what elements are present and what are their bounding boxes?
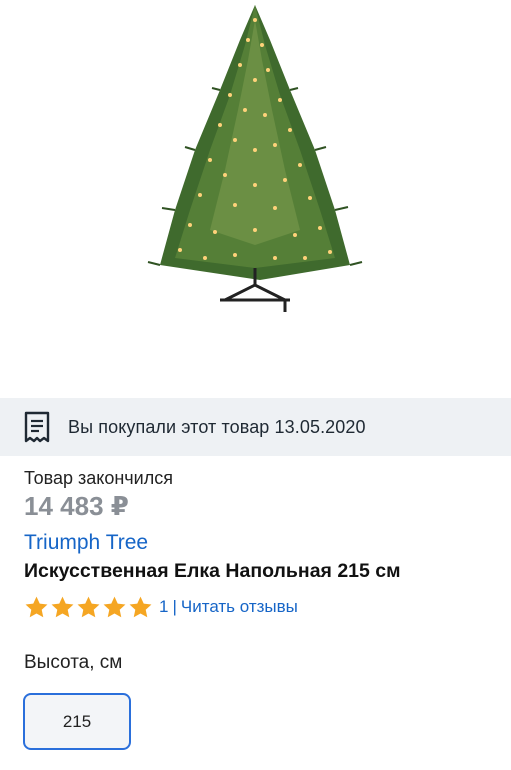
star-icon: [25, 596, 48, 617]
star-icon: [77, 596, 100, 617]
read-reviews-label: Читать отзывы: [180, 597, 298, 616]
stock-status: Товар закончился: [24, 468, 173, 488]
product-image[interactable]: [0, 0, 511, 398]
product-title: Искусственная Елка Напольная 215 см: [24, 560, 401, 582]
height-option-label: Высота, см: [24, 652, 123, 673]
review-count: 1: [159, 597, 169, 616]
reviews-link[interactable]: 1 | Читать отзывы: [159, 597, 298, 617]
product-price: 14 483 ₽: [24, 491, 129, 521]
rating-stars[interactable]: [24, 595, 153, 620]
star-icon: [51, 596, 74, 617]
reviews-separator: |: [172, 597, 177, 616]
brand-link[interactable]: Triumph Tree: [24, 531, 148, 555]
star-icon: [129, 596, 152, 617]
purchase-notice: Вы покупали этот товар 13.05.2020: [0, 398, 511, 456]
height-option-value: 215: [62, 711, 92, 731]
purchase-notice-text: Вы покупали этот товар 13.05.2020: [68, 416, 366, 437]
rating-row: 1 | Читать отзывы: [24, 594, 298, 620]
christmas-tree-image: [147, 5, 363, 312]
height-option-215[interactable]: 215: [23, 693, 131, 750]
receipt-icon: [24, 411, 50, 443]
star-icon: [103, 596, 126, 617]
